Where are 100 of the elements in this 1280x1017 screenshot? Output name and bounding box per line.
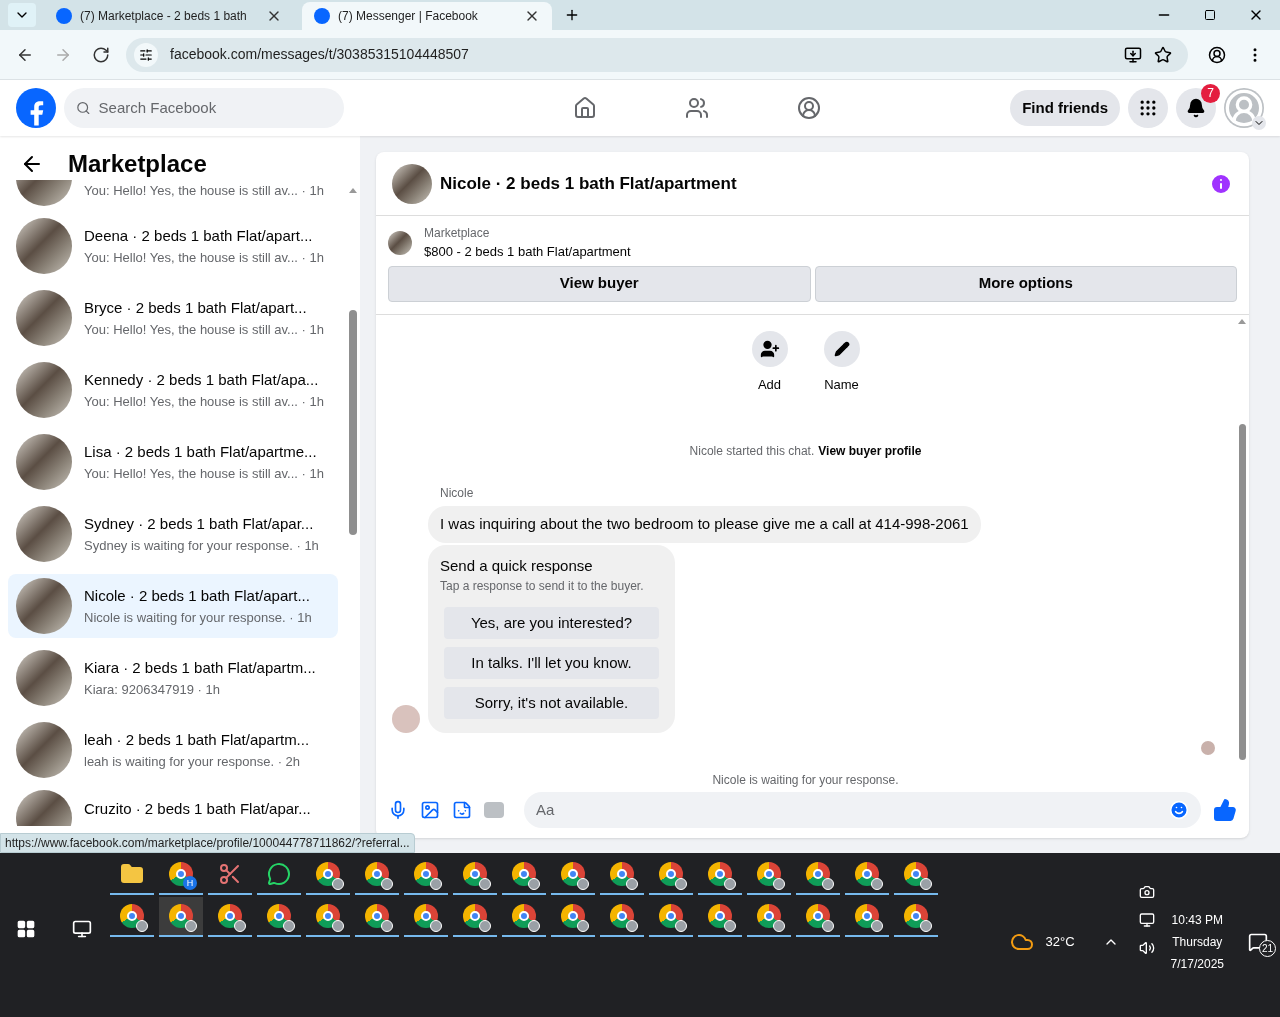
profile-badge-icon <box>381 878 393 890</box>
listing-thumbnail <box>392 163 432 204</box>
home-icon[interactable] <box>573 96 598 120</box>
chat-list-item[interactable]: Kiara · 2 beds 1 bath Flat/apartm... Kiara: 9206347919 · 1h <box>8 646 338 710</box>
profile-badge-icon <box>332 878 344 890</box>
chat-title: Lisa · 2 beds 1 bath Flat/apartme... <box>84 442 318 462</box>
chat-title: Kennedy · 2 beds 1 bath Flat/apa... <box>84 370 320 390</box>
search-icon <box>76 100 91 116</box>
profile-badge-icon <box>871 878 883 890</box>
menu-grid-button[interactable] <box>1128 88 1168 128</box>
photo-icon[interactable] <box>420 800 440 820</box>
waiting-note: Nicole is waiting for your response. <box>712 772 899 789</box>
address-bar[interactable]: facebook.com/messages/t/30385315104448507 <box>126 37 1188 72</box>
chat-title: Cruzito · 2 beds 1 bath Flat/apar... <box>84 799 311 819</box>
bell-icon <box>1186 98 1206 118</box>
taskbar-app-button[interactable] <box>159 897 203 937</box>
temperature[interactable]: 32°C <box>1045 932 1075 952</box>
profile-badge-icon <box>185 920 197 932</box>
view-buyer-profile-link[interactable]: View buyer profile <box>818 442 922 460</box>
chat-title: Deena · 2 beds 1 bath Flat/apart... <box>84 226 314 246</box>
friends-icon[interactable] <box>685 96 710 120</box>
profile-badge-icon <box>430 878 442 890</box>
sticker-icon[interactable] <box>452 800 472 820</box>
quick-response-title: Send a quick response <box>440 555 594 576</box>
listing-thumbnail <box>16 578 72 634</box>
chat-list-item[interactable]: leah · 2 beds 1 bath Flat/apartm... leah is waiting for your response. · 2h <box>8 718 338 782</box>
clock-time[interactable]: 10:43 PM <box>1171 909 1223 931</box>
message-input[interactable]: Aa <box>524 792 1201 828</box>
task-view-icon[interactable] <box>72 919 92 939</box>
like-icon[interactable] <box>1213 798 1237 822</box>
profile-badge-icon <box>381 920 393 932</box>
network-icon[interactable] <box>1138 912 1155 928</box>
new-tab-icon[interactable] <box>564 7 580 23</box>
grid-icon <box>1138 98 1158 118</box>
listing-action-button[interactable]: More options <box>814 265 1237 302</box>
volume-icon[interactable] <box>1138 940 1155 956</box>
start-icon[interactable] <box>16 919 36 939</box>
chat-preview: You: Hello! Yes, the house is still av... · 1h <box>84 181 324 200</box>
emoji-icon[interactable] <box>1169 800 1189 820</box>
profile-badge-icon <box>871 920 883 932</box>
site-settings-icon[interactable] <box>134 42 158 67</box>
chat-list-item[interactable]: Sydney · 2 beds 1 bath Flat/apar... Sydney is waiting for your response. · 1h <box>8 502 338 566</box>
reload-icon[interactable] <box>92 45 110 64</box>
bookmark-star-icon[interactable] <box>1154 45 1172 64</box>
clock-day[interactable]: Thursday <box>1172 931 1223 953</box>
chat-preview: Kiara: 9206347919 · 1h <box>84 680 221 699</box>
listing-thumbnail <box>16 506 72 562</box>
profile-icon[interactable] <box>1208 45 1226 64</box>
clock-date[interactable]: 7/17/2025 <box>1170 953 1224 975</box>
profile-badge-icon <box>675 920 687 932</box>
profile-badge-icon <box>283 920 295 932</box>
pencil-icon <box>833 340 850 357</box>
chat-title: Nicole · 2 beds 1 bath Flat/apart... <box>84 586 311 606</box>
profile-badge-icon <box>626 920 638 932</box>
profile-badge-icon <box>675 878 687 890</box>
listing-thumbnail <box>16 218 72 274</box>
groups-icon[interactable] <box>797 96 822 120</box>
tab-title: (7) Messenger | Facebook <box>338 8 479 25</box>
camera-icon[interactable] <box>1138 884 1155 900</box>
quick-response-button[interactable]: Yes, are you interested? <box>444 607 659 639</box>
chat-preview: You: Hello! Yes, the house is still av... · 1h <box>84 392 324 411</box>
browser-tab[interactable]: (7) Messenger | Facebook <box>302 2 552 30</box>
chat-list-item[interactable]: Deena · 2 beds 1 bath Flat/apart... You: Hello! Yes, the house is still av... · 1h <box>8 214 338 278</box>
chat-list-item[interactable]: Bryce · 2 beds 1 bath Flat/apart... You: Hello! Yes, the house is still av... · 1h <box>8 286 338 350</box>
folder-icon <box>120 862 144 886</box>
quick-response-button[interactable]: In talks. I'll let you know. <box>444 647 659 679</box>
profile-badge-icon <box>724 920 736 932</box>
read-receipt-avatar <box>1201 741 1215 755</box>
chat-list-item[interactable]: Kennedy · 2 beds 1 bath Flat/apa... You: Hello! Yes, the house is still av... · 1h <box>8 358 338 422</box>
find-friends-button[interactable]: Find friends <box>1010 90 1120 126</box>
microphone-icon[interactable] <box>388 800 408 820</box>
message-bubble: I was inquiring about the two bedroom to please give me a call at 414-998-2061 <box>428 506 981 543</box>
sender-name: Nicole <box>440 485 475 502</box>
search-input[interactable]: Search Facebook <box>98 96 332 120</box>
url-text: facebook.com/messages/t/30385315104448507 <box>170 45 470 64</box>
tab-search-button[interactable] <box>8 3 36 27</box>
listing-thumbnail <box>16 362 72 418</box>
listing-thumbnail <box>16 434 72 490</box>
listing-description: $800 - 2 beds 1 bath Flat/apartment <box>424 243 631 261</box>
profile-badge-icon <box>920 878 932 890</box>
chat-preview: You: Hello! Yes, the house is still av... · 1h <box>84 320 324 339</box>
chat-preview: Sydney is waiting for your response. · 1h <box>84 536 319 555</box>
listing-source: Marketplace <box>424 225 491 242</box>
quick-response-button[interactable]: Sorry, it's not available. <box>444 687 659 719</box>
search-field[interactable]: Search Facebook <box>64 88 344 128</box>
chat-list-item[interactable]: Nicole · 2 beds 1 bath Flat/apart... Nicole is waiting for your response. · 1h <box>8 574 338 638</box>
chat-list-item[interactable]: Lisa · 2 beds 1 bath Flat/apartme... You: Hello! Yes, the house is still av... · 1h <box>8 430 338 494</box>
profile-badge-icon <box>136 920 148 932</box>
profile-badge-icon <box>822 878 834 890</box>
scissors-icon <box>218 862 242 886</box>
chat-preview: You: Hello! Yes, the house is still av... · 1h <box>84 248 324 267</box>
listing-thumbnail <box>16 650 72 706</box>
install-icon[interactable] <box>1124 45 1142 64</box>
taskbar-app-button[interactable]: H <box>159 855 203 895</box>
browser-tab[interactable]: (7) Marketplace - 2 beds 1 bath <box>44 2 294 30</box>
profile-badge-icon <box>577 920 589 932</box>
chat-title: leah · 2 beds 1 bath Flat/apartm... <box>84 730 310 750</box>
restore-icon[interactable] <box>1204 9 1216 21</box>
message-text-input[interactable]: Aa <box>536 798 1169 822</box>
listing-action-button[interactable]: View buyer <box>388 265 811 302</box>
